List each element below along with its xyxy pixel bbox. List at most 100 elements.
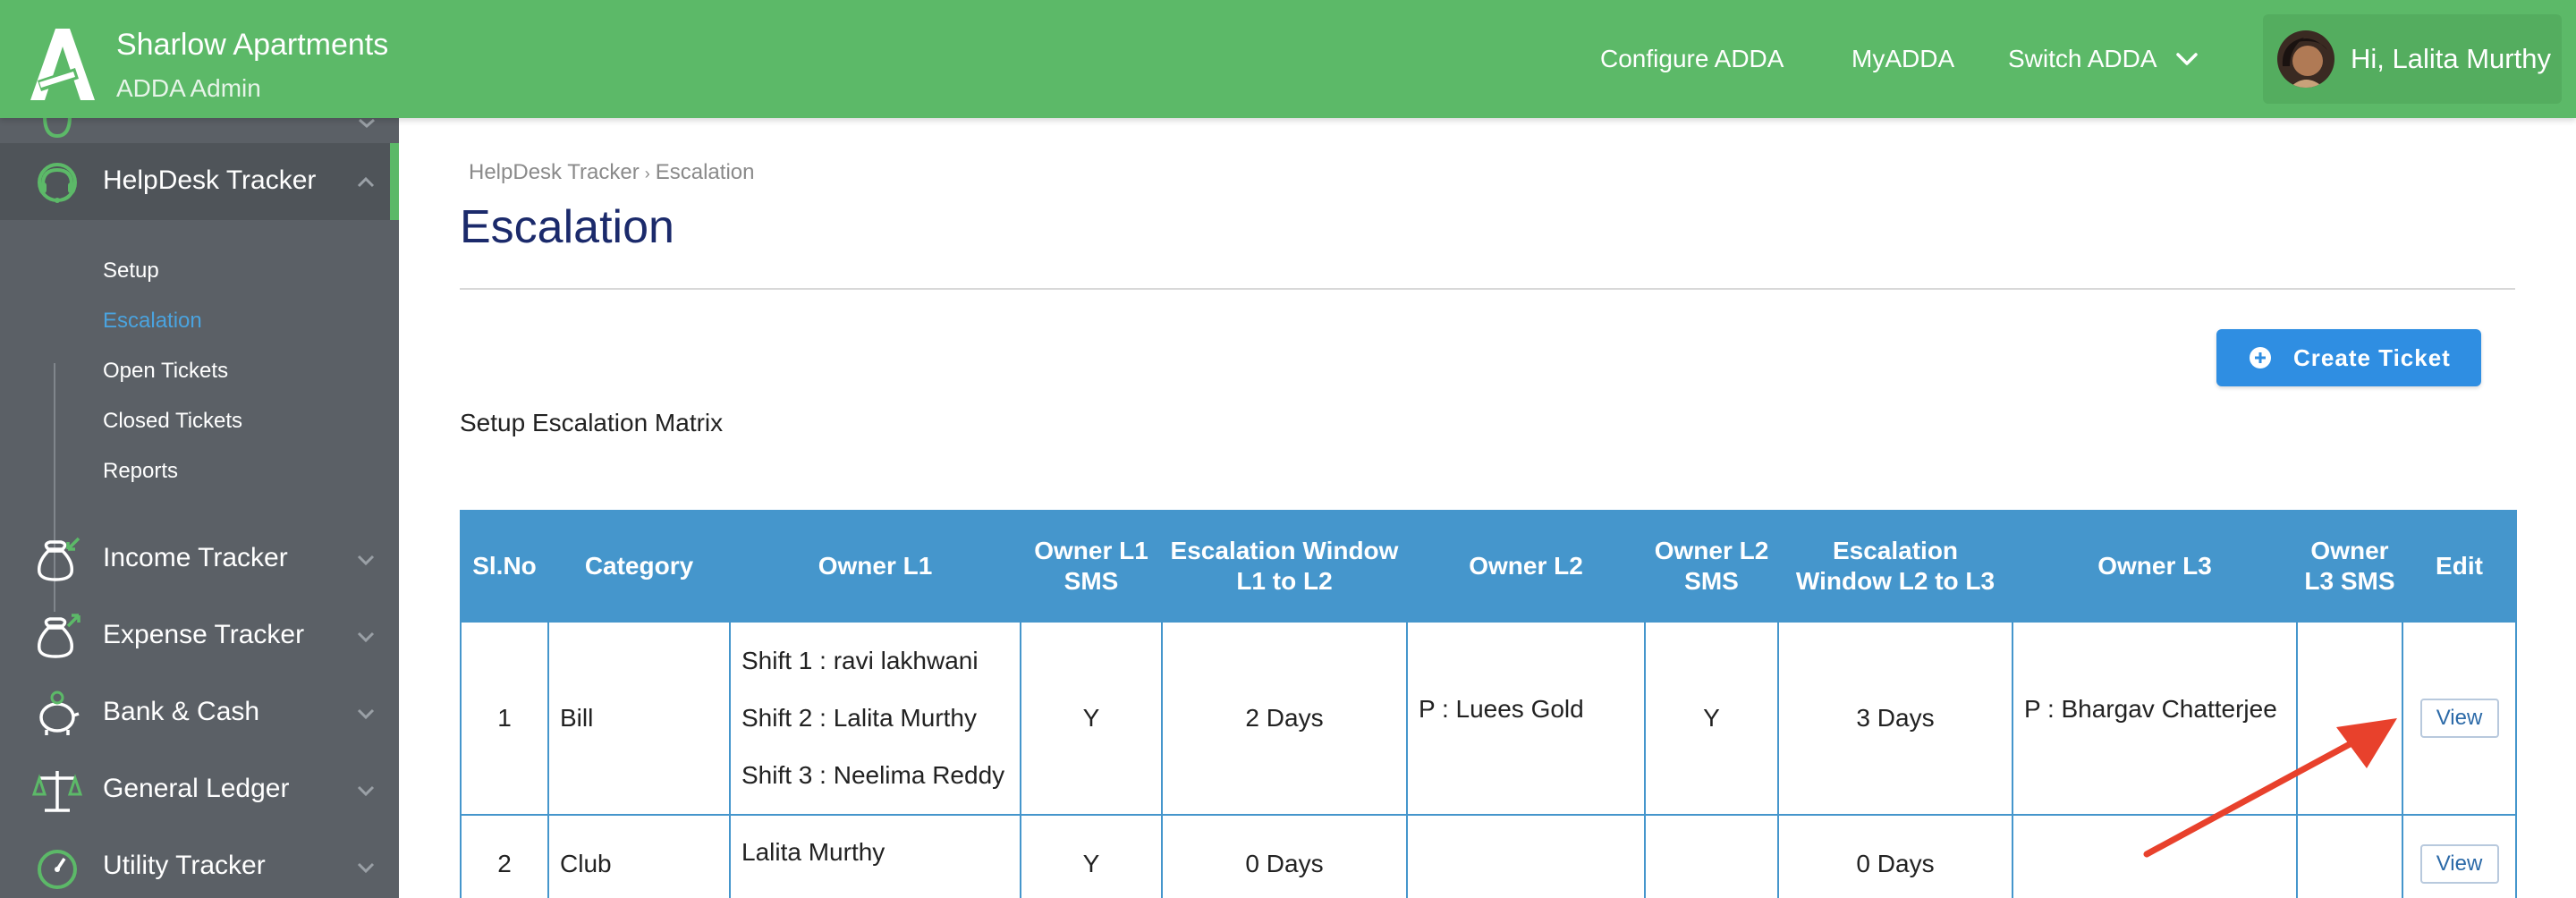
chevron-up-icon <box>357 176 375 188</box>
cell-owner-l3-sms <box>2296 621 2403 816</box>
cell-owner-l1-sms: Y <box>1020 814 1163 898</box>
partial-menu-icon <box>43 116 72 139</box>
cell-owner-l1-sms: Y <box>1020 621 1163 816</box>
myadda-link[interactable]: MyADDA <box>1852 41 1954 77</box>
breadcrumb-helpdesk-tracker[interactable]: HelpDesk Tracker <box>469 160 640 184</box>
cell-owner-l3-sms <box>2296 814 2403 898</box>
sidebar-item-label: Bank & Cash <box>103 697 260 726</box>
headset-icon <box>38 163 77 203</box>
chevron-down-icon <box>357 862 375 874</box>
cell-slno: 2 <box>460 814 549 898</box>
column-header: Escalation Window L1 to L2 <box>1161 510 1408 623</box>
cell-owner-l1: Lalita Murthy <box>729 814 1021 898</box>
column-header: Category <box>547 510 731 623</box>
user-greeting: Hi, Lalita Murthy <box>2351 43 2551 74</box>
adda-logo-icon[interactable] <box>27 27 97 102</box>
switch-adda-link[interactable]: Switch ADDA <box>2008 41 2157 77</box>
configure-adda-link[interactable]: Configure ADDA <box>1600 41 1784 77</box>
breadcrumb: HelpDesk Tracker › Escalation <box>469 159 754 187</box>
column-header: Owner L1 <box>729 510 1021 623</box>
owner-l1-shift: Shift 1 : ravi lakhwani <box>741 647 979 674</box>
user-menu[interactable]: Hi, Lalita Murthy <box>2263 14 2562 104</box>
owner-l3-value: P : Bhargav Chatterjee <box>2024 695 2277 723</box>
cell-edit: View <box>2402 621 2517 816</box>
piggy-bank-icon <box>39 690 80 735</box>
view-button[interactable]: View <box>2419 844 2499 884</box>
cell-owner-l3: P : Bhargav Chatterjee <box>2012 621 2298 816</box>
submenu-escalation[interactable]: Escalation <box>103 308 202 335</box>
cell-owner-l2-sms: Y <box>1644 621 1779 816</box>
chevron-down-icon[interactable] <box>2175 50 2199 68</box>
column-header: Owner L2 <box>1406 510 1646 623</box>
breadcrumb-escalation: Escalation <box>655 160 755 184</box>
create-ticket-button[interactable]: Create Ticket <box>2216 329 2481 386</box>
page-title: Escalation <box>460 201 674 253</box>
active-indicator <box>390 143 399 220</box>
table-row: 1 Bill Shift 1 : ravi lakhwani Shift 2 :… <box>460 621 2517 816</box>
cell-slno: 1 <box>460 621 549 816</box>
submenu-closed-tickets[interactable]: Closed Tickets <box>103 408 242 435</box>
gauge-icon <box>38 850 77 889</box>
cell-owner-l1: Shift 1 : ravi lakhwani Shift 2 : Lalita… <box>729 621 1021 816</box>
sidebar-item-label: Income Tracker <box>103 543 288 572</box>
submenu-reports[interactable]: Reports <box>103 458 178 485</box>
cell-window-l1-l2: 2 Days <box>1161 621 1408 816</box>
sidebar-item-general-ledger[interactable]: General Ledger <box>0 751 399 828</box>
title-divider <box>460 288 2515 290</box>
cell-owner-l3 <box>2012 814 2298 898</box>
cell-owner-l2-sms <box>1644 814 1779 898</box>
top-bar: Sharlow Apartments ADDA Admin Configure … <box>0 0 2576 118</box>
column-header: Owner L3 SMS <box>2296 510 2403 623</box>
submenu-open-tickets[interactable]: Open Tickets <box>103 358 228 385</box>
cell-window-l1-l2: 0 Days <box>1161 814 1408 898</box>
column-header: Owner L1 SMS <box>1020 510 1163 623</box>
column-header: Edit <box>2402 510 2517 623</box>
chevron-down-icon <box>357 631 375 643</box>
chevron-down-icon <box>357 785 375 797</box>
cell-window-l2-l3: 0 Days <box>1777 814 2013 898</box>
scales-icon <box>32 771 82 812</box>
avatar <box>2277 30 2334 88</box>
cell-edit: View <box>2402 814 2517 898</box>
column-header: Sl.No <box>460 510 549 623</box>
create-ticket-label: Create Ticket <box>2293 344 2451 371</box>
user-role: ADDA Admin <box>116 74 261 102</box>
sidebar-item-label: Utility Tracker <box>103 851 266 880</box>
owner-l1-shift: Shift 2 : Lalita Murthy <box>741 704 978 732</box>
cell-owner-l2: P : Luees Gold <box>1406 621 1646 816</box>
cell-window-l2-l3: 3 Days <box>1777 621 2013 816</box>
cell-owner-l2 <box>1406 814 1646 898</box>
cell-category: Club <box>547 814 731 898</box>
owner-l1-shift: Lalita Murthy <box>741 838 886 866</box>
owner-l2-value: P : Luees Gold <box>1419 695 1584 723</box>
sidebar-item-utility-tracker[interactable]: Utility Tracker <box>0 828 399 898</box>
sidebar-item-label: HelpDesk Tracker <box>103 165 317 195</box>
breadcrumb-separator-icon: › <box>644 165 650 182</box>
column-header: Escalation Window L2 to L3 <box>1777 510 2013 623</box>
sidebar-item-label: Expense Tracker <box>103 620 305 649</box>
chevron-down-icon <box>359 118 375 128</box>
plus-circle-icon <box>2250 347 2271 369</box>
page: Sharlow Apartments ADDA Admin Configure … <box>0 0 2576 898</box>
owner-l1-shift: Shift 3 : Neelima Reddy <box>741 761 1005 789</box>
cell-category: Bill <box>547 621 731 816</box>
column-header: Owner L2 SMS <box>1644 510 1779 623</box>
submenu-setup[interactable]: Setup <box>103 258 159 284</box>
sidebar-item-bank-cash[interactable]: Bank & Cash <box>0 674 399 751</box>
view-button[interactable]: View <box>2419 699 2499 738</box>
chevron-down-icon <box>357 555 375 566</box>
sidebar-item-helpdesk-tracker[interactable]: HelpDesk Tracker <box>0 143 399 220</box>
table-row: 2 Club Lalita Murthy Y 0 Days 0 Days Vie… <box>460 814 2517 898</box>
apartment-name: Sharlow Apartments <box>116 28 389 62</box>
sidebar: HelpDesk Tracker Setup Escalation Open T… <box>0 116 399 898</box>
money-bag-out-icon <box>37 614 80 658</box>
escalation-matrix-table: Sl.No Category Owner L1 Owner L1 SMS Esc… <box>460 510 2517 898</box>
sidebar-item-income-tracker[interactable]: Income Tracker <box>0 521 399 597</box>
money-bag-in-icon <box>37 537 80 581</box>
column-header: Owner L3 <box>2012 510 2298 623</box>
sidebar-item-expense-tracker[interactable]: Expense Tracker <box>0 597 399 674</box>
section-label: Setup Escalation Matrix <box>460 409 724 436</box>
table-header-row: Sl.No Category Owner L1 Owner L1 SMS Esc… <box>460 510 2517 623</box>
sidebar-item-label: General Ledger <box>103 774 290 803</box>
chevron-down-icon <box>357 708 375 720</box>
